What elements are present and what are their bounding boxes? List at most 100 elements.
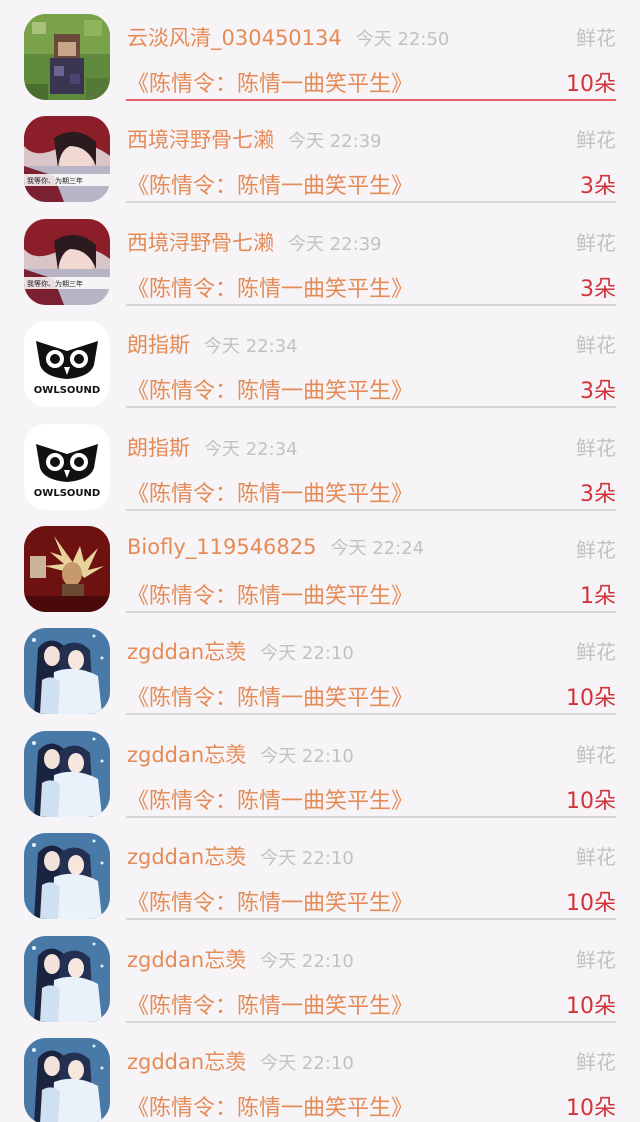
gift-type-label: 鲜花 — [576, 333, 616, 358]
row-divider — [126, 508, 616, 511]
owlsound-brand-text: OWLSOUND — [34, 385, 100, 396]
list-item[interactable]: zgddan忘羡 今天 22:10 鲜花《陈情令：陈情一曲笑平生》 10朵 — [0, 717, 640, 819]
timestamp: 今天 22:34 — [204, 336, 298, 358]
timestamp: 今天 22:34 — [204, 438, 298, 460]
timestamp: 今天 22:39 — [288, 233, 382, 255]
sender-name[interactable]: 西境浔野骨七濑 今天 22:39 — [127, 227, 382, 257]
gift-type-label: 鲜花 — [576, 538, 616, 562]
row-divider — [126, 611, 616, 613]
list-item[interactable]: 云淡风清_030450134 今天 22:50 鲜花《陈情令：陈情一曲笑平生》 10朵 — [0, 0, 640, 102]
list-item[interactable]: OWLSOUND 朗指斯 今天 22:34 鲜花《陈情令：陈情一曲笑平生》 3朵 — [0, 410, 640, 512]
row-divider — [126, 303, 616, 306]
sender-name[interactable]: Biofly_119546825 今天 22:24 — [127, 534, 424, 560]
sender-name[interactable]: zgddan忘羡 今天 22:10 — [127, 1046, 354, 1076]
timestamp: 今天 22:50 — [355, 29, 450, 50]
list-item[interactable]: 我等你、为期三年 西境浔野骨七濑 今天 22:39 鲜花《陈情令：陈情一曲笑平生》 3… — [0, 205, 640, 307]
row-divider — [126, 99, 616, 101]
book-title-link[interactable]: 《陈情令：陈情一曲笑平生》 — [127, 578, 413, 610]
gift-type-label: 鲜花 — [576, 1050, 616, 1074]
gift-type-label: 鲜花 — [576, 947, 616, 972]
gift-count: 10朵 — [566, 72, 616, 97]
book-title-link[interactable]: 《陈情令：陈情一曲笑平生》 — [127, 168, 413, 200]
sender-name-text[interactable]: zgddan忘羡 — [127, 640, 246, 664]
gift-type-label: 鲜花 — [576, 845, 616, 870]
photo-avatar-icon[interactable] — [24, 14, 110, 100]
book-title-link[interactable]: 《陈情令：陈情一曲笑平生》 — [127, 680, 413, 712]
avatar-caption: 我等你、为期三年 — [27, 279, 83, 288]
timestamp: 今天 22:39 — [288, 131, 382, 153]
anime-pair-avatar-icon[interactable] — [24, 628, 110, 715]
sender-name[interactable]: zgddan忘羡 今天 22:10 — [127, 841, 354, 871]
row-divider — [126, 815, 616, 818]
timestamp: 今天 22:10 — [260, 848, 354, 870]
sender-name-text[interactable]: 西境浔野骨七濑 — [127, 128, 274, 152]
girl-avatar-icon[interactable]: 我等你、为期三年 — [24, 218, 110, 305]
anime-pair-avatar-icon[interactable] — [24, 1038, 110, 1122]
gift-count: 1朵 — [580, 584, 616, 609]
anime-pair-avatar-icon[interactable] — [24, 730, 110, 817]
list-item[interactable]: Biofly_119546825 今天 22:24 鲜花《陈情令：陈情一曲笑平生》 1… — [0, 512, 640, 614]
book-title-link[interactable]: 《陈情令：陈情一曲笑平生》 — [127, 66, 413, 98]
sender-name-text[interactable]: 云淡风清_030450134 — [127, 26, 342, 50]
row-divider — [126, 201, 616, 204]
gift-type-label: 鲜花 — [576, 128, 616, 153]
girl-avatar-icon[interactable]: 我等你、为期三年 — [24, 116, 110, 203]
gift-type-label: 鲜花 — [576, 435, 616, 460]
gift-count: 3朵 — [580, 276, 616, 302]
sender-name-text[interactable]: zgddan忘羡 — [127, 1050, 246, 1074]
timestamp: 今天 22:10 — [260, 745, 354, 767]
sender-name-text[interactable]: 朗指斯 — [127, 333, 190, 357]
list-item[interactable]: zgddan忘羡 今天 22:10 鲜花 《陈情令：陈情一曲笑平生》 10朵 — [0, 1024, 640, 1122]
owlsound-logo-icon[interactable]: OWLSOUND — [24, 423, 110, 510]
sender-name-text[interactable]: zgddan忘羡 — [127, 743, 246, 767]
timestamp: 今天 22:10 — [260, 643, 354, 665]
book-title-link[interactable]: 《陈情令：陈情一曲笑平生》 — [127, 885, 413, 917]
owlsound-brand-text: OWLSOUND — [34, 488, 100, 499]
sender-name-text[interactable]: Biofly_119546825 — [127, 535, 317, 559]
sender-name[interactable]: zgddan忘羡 今天 22:10 — [127, 636, 354, 666]
owlsound-logo-icon[interactable]: OWLSOUND — [24, 321, 110, 408]
gift-count: 3朵 — [580, 481, 616, 507]
gift-count: 10朵 — [566, 686, 616, 712]
avatar-caption: 我等你、为期三年 — [27, 176, 83, 185]
gift-record-list: 云淡风清_030450134 今天 22:50 鲜花 《陈情令：陈情一曲笑平生》 10朵… — [0, 0, 640, 1122]
timestamp: 今天 22:24 — [330, 538, 425, 559]
sender-name-text[interactable]: 朗指斯 — [127, 436, 190, 460]
sender-name[interactable]: 朗指斯 今天 22:34 — [127, 329, 298, 359]
timestamp: 今天 22:10 — [260, 1053, 354, 1074]
sender-name-text[interactable]: 西境浔野骨七濑 — [127, 231, 274, 255]
book-title-link[interactable]: 《陈情令：陈情一曲笑平生》 — [127, 373, 413, 405]
sender-name[interactable]: 西境浔野骨七濑 今天 22:39 — [127, 124, 382, 154]
book-title-link[interactable]: 《陈情令：陈情一曲笑平生》 — [127, 988, 413, 1020]
list-item[interactable]: zgddan忘羡 今天 22:10 鲜花《陈情令：陈情一曲笑平生》 10朵 — [0, 819, 640, 921]
warrior-avatar-icon[interactable] — [24, 526, 110, 612]
gift-type-label: 鲜花 — [576, 230, 616, 255]
book-title-link[interactable]: 《陈情令：陈情一曲笑平生》 — [127, 1090, 413, 1122]
anime-pair-avatar-icon[interactable] — [24, 935, 110, 1022]
gift-count: 3朵 — [580, 379, 616, 405]
list-item[interactable]: OWLSOUND 朗指斯 今天 22:34 鲜花《陈情令：陈情一曲笑平生》 3朵 — [0, 307, 640, 409]
gift-count: 10朵 — [566, 788, 616, 814]
sender-name[interactable]: 朗指斯 今天 22:34 — [127, 432, 298, 462]
list-item[interactable]: zgddan忘羡 今天 22:10 鲜花《陈情令：陈情一曲笑平生》 10朵 — [0, 922, 640, 1024]
book-title-link[interactable]: 《陈情令：陈情一曲笑平生》 — [127, 476, 413, 508]
book-title-link[interactable]: 《陈情令：陈情一曲笑平生》 — [127, 271, 413, 303]
gift-type-label: 鲜花 — [576, 640, 616, 665]
row-divider — [126, 1020, 616, 1023]
gift-count: 10朵 — [566, 993, 616, 1019]
list-item[interactable]: 我等你、为期三年 西境浔野骨七濑 今天 22:39 鲜花 《陈情令：陈情一曲笑平生》 3… — [0, 102, 640, 204]
book-title-link[interactable]: 《陈情令：陈情一曲笑平生》 — [127, 783, 413, 815]
row-divider — [126, 406, 616, 409]
gift-type-label: 鲜花 — [576, 742, 616, 767]
anime-pair-avatar-icon[interactable] — [24, 833, 110, 920]
row-divider — [126, 713, 616, 716]
list-item[interactable]: zgddan忘羡 今天 22:10 鲜花《陈情令：陈情一曲笑平生》 10朵 — [0, 614, 640, 716]
sender-name[interactable]: 云淡风清_030450134 今天 22:50 — [127, 22, 449, 52]
sender-name-text[interactable]: zgddan忘羡 — [127, 948, 246, 972]
sender-name[interactable]: zgddan忘羡 今天 22:10 — [127, 944, 354, 974]
timestamp: 今天 22:10 — [260, 950, 354, 972]
gift-type-label: 鲜花 — [576, 26, 616, 50]
gift-count: 10朵 — [566, 891, 616, 917]
sender-name-text[interactable]: zgddan忘羡 — [127, 845, 246, 869]
sender-name[interactable]: zgddan忘羡 今天 22:10 — [127, 739, 354, 769]
